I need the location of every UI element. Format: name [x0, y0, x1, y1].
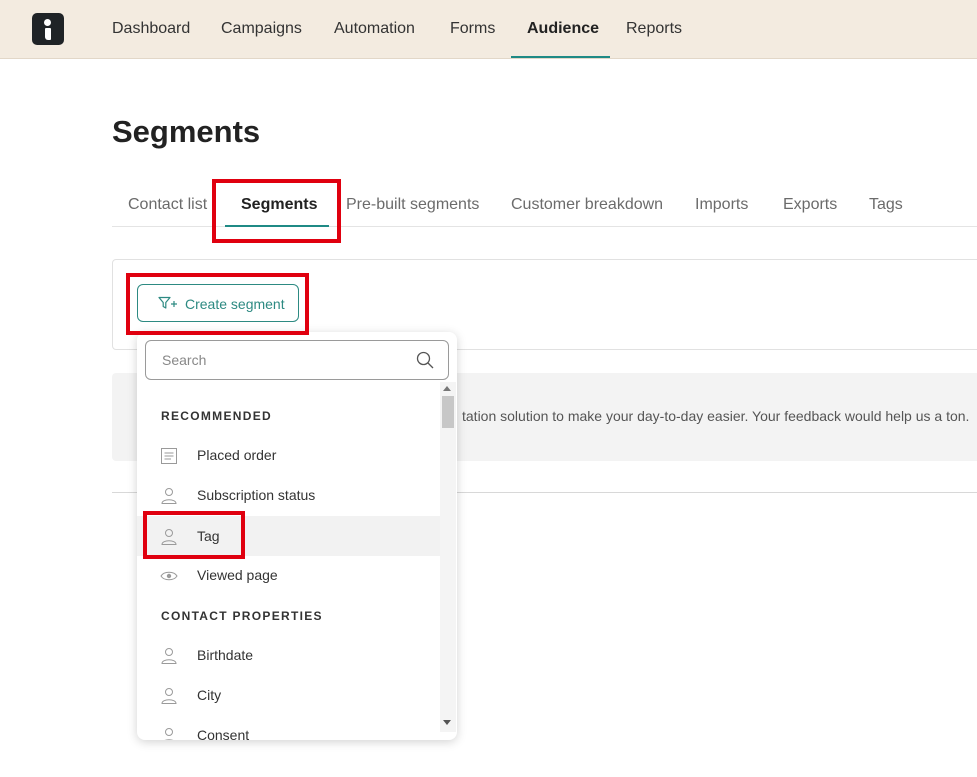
- nav-item-audience[interactable]: Audience: [527, 0, 599, 58]
- option-tag[interactable]: Tag: [137, 516, 440, 556]
- eye-icon: [160, 567, 178, 583]
- option-city[interactable]: City: [137, 675, 440, 715]
- option-label: Consent: [197, 727, 250, 740]
- create-segment-button[interactable]: Create segment: [137, 284, 299, 322]
- tab-exports[interactable]: Exports: [783, 196, 837, 214]
- person-icon: [160, 727, 178, 740]
- tab-active-indicator: [225, 225, 329, 227]
- option-subscription-status[interactable]: Subscription status: [137, 475, 440, 515]
- document-icon: [160, 447, 178, 464]
- criteria-search-input[interactable]: Search: [145, 340, 449, 380]
- tab-customer-breakdown[interactable]: Customer breakdown: [511, 196, 663, 214]
- option-label: City: [197, 687, 222, 703]
- brand-logo-icon[interactable]: [32, 13, 64, 45]
- tab-pre-built-segments[interactable]: Pre-built segments: [346, 196, 479, 214]
- nav-item-reports[interactable]: Reports: [626, 0, 682, 58]
- option-label: Birthdate: [197, 647, 254, 663]
- person-icon: [160, 687, 178, 704]
- nav-item-automation[interactable]: Automation: [334, 0, 415, 58]
- option-label: Placed order: [197, 447, 277, 463]
- person-icon: [160, 647, 178, 664]
- person-icon: [160, 487, 178, 504]
- option-label: Subscription status: [197, 487, 316, 503]
- person-icon: [160, 528, 178, 545]
- option-label: Viewed page: [197, 567, 278, 583]
- nav-active-indicator: [511, 56, 610, 58]
- section-heading-contact-properties: CONTACT PROPERTIES: [161, 609, 323, 623]
- scroll-down-arrow-icon[interactable]: [443, 720, 451, 725]
- feedback-banner-text: tation solution to make your day-to-day …: [462, 408, 970, 424]
- segment-criteria-dropdown: Search RECOMMENDED Placed order Subscrip…: [137, 332, 457, 740]
- nav-item-campaigns[interactable]: Campaigns: [221, 0, 302, 58]
- search-icon[interactable]: [416, 351, 434, 374]
- page-title: Segments: [112, 114, 261, 149]
- dropdown-scrollbar[interactable]: [440, 382, 456, 732]
- top-navigation: Dashboard Campaigns Automation Forms Aud…: [0, 0, 977, 59]
- option-placed-order[interactable]: Placed order: [137, 435, 440, 475]
- create-segment-label: Create segment: [185, 296, 285, 312]
- scroll-up-arrow-icon[interactable]: [443, 386, 451, 391]
- section-heading-recommended: RECOMMENDED: [161, 409, 272, 423]
- tab-tags[interactable]: Tags: [869, 196, 903, 214]
- nav-item-forms[interactable]: Forms: [450, 0, 495, 58]
- tab-contact-list[interactable]: Contact list: [128, 196, 207, 214]
- option-label: Tag: [197, 528, 220, 544]
- option-consent[interactable]: Consent: [137, 715, 440, 740]
- search-placeholder: Search: [162, 352, 207, 368]
- filter-plus-icon: [158, 296, 178, 313]
- option-birthdate[interactable]: Birthdate: [137, 635, 440, 675]
- scrollbar-thumb[interactable]: [442, 396, 454, 428]
- tab-segments[interactable]: Segments: [241, 196, 317, 214]
- tab-imports[interactable]: Imports: [695, 196, 748, 214]
- option-viewed-page[interactable]: Viewed page: [137, 555, 440, 595]
- nav-item-dashboard[interactable]: Dashboard: [112, 0, 190, 58]
